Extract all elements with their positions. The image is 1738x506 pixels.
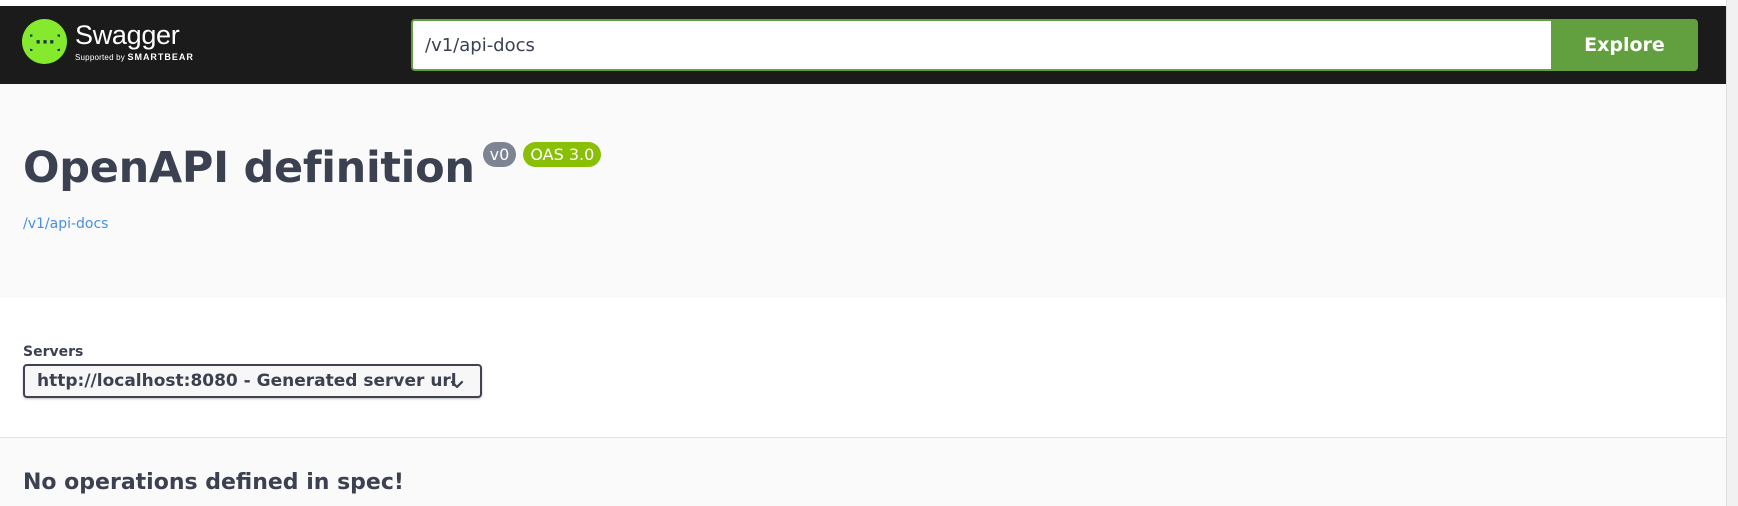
info-section: OpenAPI definition v0 OAS 3.0 /v1/api-do… <box>0 84 1726 298</box>
title-row: OpenAPI definition v0 OAS 3.0 <box>23 142 602 193</box>
swagger-logo[interactable]: {···} Swagger Supported by SMARTBEAR <box>22 19 194 64</box>
brand-company: SMARTBEAR <box>127 51 194 62</box>
brand-supported: Supported by <box>75 52 125 62</box>
servers-label: Servers <box>23 344 84 360</box>
oas-badge: OAS 3.0 <box>523 142 602 167</box>
brand-name: Swagger <box>75 19 180 50</box>
spec-link[interactable]: /v1/api-docs <box>23 216 108 232</box>
explore-button[interactable]: Explore <box>1551 19 1698 71</box>
svg-text:{···}: {···} <box>30 32 60 53</box>
swagger-braces-icon: {···} <box>22 19 67 64</box>
spec-url-input[interactable]: /v1/api-docs <box>411 19 1552 71</box>
brand-subtitle: Supported by SMARTBEAR <box>75 51 194 62</box>
servers-select[interactable]: http://localhost:8080 - Generated server… <box>23 364 482 398</box>
vertical-scrollbar[interactable] <box>1726 0 1738 506</box>
brand-text: Swagger Supported by SMARTBEAR <box>75 19 194 62</box>
operations-section: No operations defined in spec! <box>0 438 1726 506</box>
no-operations-message: No operations defined in spec! <box>23 470 404 495</box>
servers-selected-value: http://localhost:8080 - Generated server… <box>37 371 457 391</box>
version-badge: v0 <box>482 142 517 167</box>
topbar: {···} Swagger Supported by SMARTBEAR /v1… <box>0 6 1726 84</box>
page-title: OpenAPI definition <box>23 143 475 193</box>
chevron-down-icon <box>450 375 464 395</box>
